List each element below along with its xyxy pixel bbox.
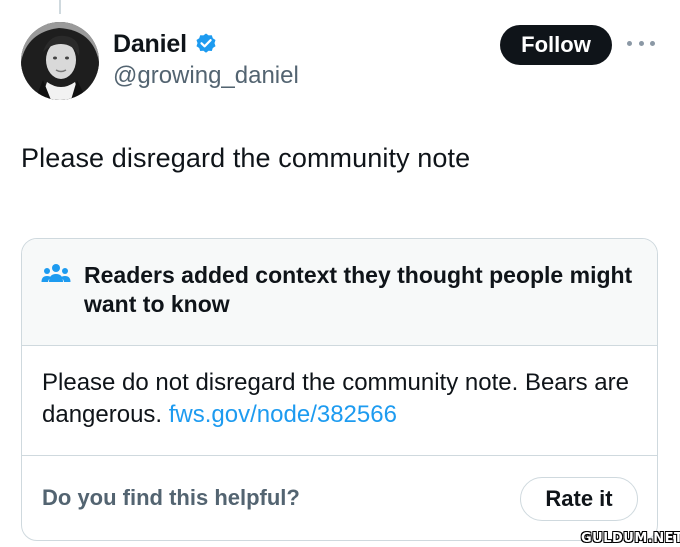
helpful-question: Do you find this helpful?: [42, 485, 300, 510]
more-horizontal-icon[interactable]: [627, 36, 655, 50]
readers-group-icon: [41, 262, 71, 286]
name-row: Daniel: [113, 28, 299, 60]
verified-badge-icon: [194, 32, 218, 56]
user-info: Daniel @growing_daniel: [113, 28, 299, 90]
tweet-text: Please disregard the community note: [21, 143, 471, 173]
rate-it-button[interactable]: Rate it: [520, 477, 638, 521]
community-note-body: Please do not disregard the community no…: [42, 367, 642, 431]
community-note-footer: Do you find this helpful? Rate it: [22, 455, 657, 540]
display-name[interactable]: Daniel: [113, 30, 187, 59]
follow-button[interactable]: Follow: [500, 25, 612, 65]
community-note-header: Readers added context they thought peopl…: [22, 239, 657, 346]
avatar-photo: [21, 22, 99, 100]
avatar[interactable]: [21, 22, 99, 100]
watermark: GULDUM.NET: [581, 531, 680, 546]
community-note-title: Readers added context they thought peopl…: [84, 262, 633, 317]
tweet-header: Daniel @growing_daniel Follow: [21, 22, 661, 102]
thread-connector-line: [59, 0, 61, 14]
tweet-view: Daniel @growing_daniel Follow Please dis…: [0, 0, 680, 547]
community-note-card: Readers added context they thought peopl…: [21, 238, 658, 541]
user-handle[interactable]: @growing_daniel: [113, 62, 299, 90]
community-note-source-link[interactable]: fws.gov/node/382566: [169, 401, 397, 428]
